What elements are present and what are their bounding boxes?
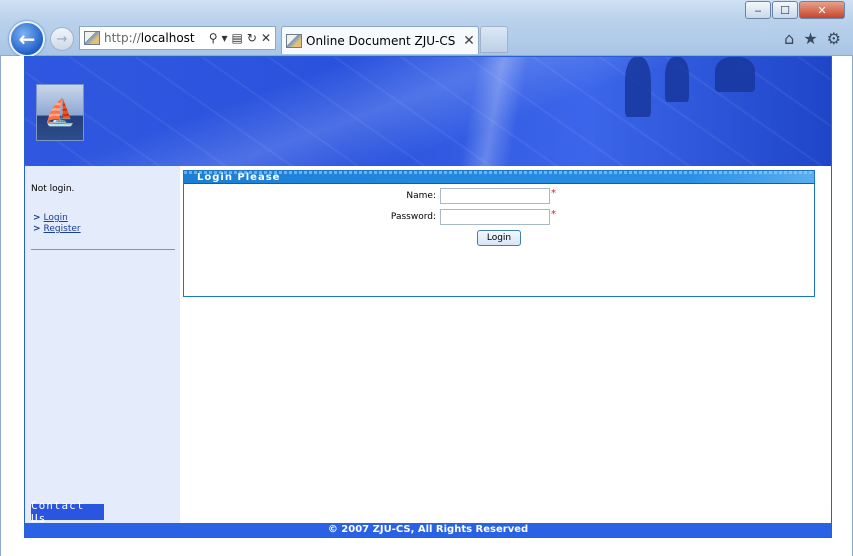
minimize-button[interactable]: ‒ bbox=[745, 1, 771, 19]
footer-copyright: © 2007 ZJU-CS, All Rights Reserved bbox=[25, 523, 831, 537]
register-link[interactable]: Register bbox=[44, 224, 81, 234]
sidebar: Not login. > Login > Register Contact Us bbox=[25, 166, 180, 525]
name-label: Name: bbox=[406, 191, 436, 201]
banner-silhouette bbox=[665, 57, 689, 102]
forward-arrow-icon: → bbox=[56, 31, 68, 47]
name-row: Name: * bbox=[382, 188, 556, 204]
contact-us-button[interactable]: Contact Us bbox=[31, 499, 104, 525]
compatibility-icon[interactable]: ▤ bbox=[232, 31, 243, 45]
page-container: ⛵ Not login. > Login > Register Contact Us… bbox=[24, 56, 832, 538]
password-input[interactable] bbox=[440, 209, 550, 225]
password-required-mark: * bbox=[551, 209, 556, 220]
name-input[interactable] bbox=[440, 188, 550, 204]
site-favicon-icon bbox=[84, 31, 100, 45]
banner-silhouette bbox=[625, 57, 651, 117]
sidebar-item-login: > Login bbox=[33, 213, 81, 224]
login-panel-title: Login Please bbox=[184, 171, 814, 184]
back-button[interactable]: ← bbox=[9, 21, 45, 57]
browser-chrome: ‒ ☐ ✕ ← → http://localhost ⚲ ▾ ▤ ↻ ✕ Onl… bbox=[0, 0, 853, 57]
site-logo-ship-icon: ⛵ bbox=[36, 84, 84, 141]
new-tab-button[interactable] bbox=[480, 26, 508, 53]
address-protocol: http:// bbox=[104, 31, 141, 45]
settings-gear-icon[interactable]: ⚙ bbox=[827, 29, 841, 48]
sidebar-links: > Login > Register bbox=[33, 213, 81, 235]
browser-toolbar-icons: ⌂ ★ ⚙ bbox=[784, 29, 841, 48]
refresh-icon[interactable]: ↻ bbox=[247, 31, 257, 45]
name-required-mark: * bbox=[551, 188, 556, 199]
tab-title: Online Document ZJU-CS bbox=[306, 33, 456, 48]
arrow-icon: > bbox=[33, 224, 41, 234]
banner-silhouette bbox=[715, 57, 755, 92]
dropdown-icon[interactable]: ▾ bbox=[222, 31, 228, 45]
password-row: Password: * bbox=[382, 209, 556, 225]
favorites-star-icon[interactable]: ★ bbox=[803, 29, 817, 48]
address-text[interactable]: http://localhost bbox=[104, 31, 209, 45]
home-icon[interactable]: ⌂ bbox=[784, 29, 794, 48]
tab-close-icon[interactable]: ✕ bbox=[460, 33, 478, 49]
sidebar-item-register: > Register bbox=[33, 224, 81, 235]
page-viewport: ⛵ Not login. > Login > Register Contact Us… bbox=[0, 56, 853, 556]
login-button[interactable]: Login bbox=[477, 230, 521, 246]
address-bar[interactable]: http://localhost ⚲ ▾ ▤ ↻ ✕ bbox=[79, 26, 276, 50]
close-window-button[interactable]: ✕ bbox=[799, 1, 845, 19]
tab-favicon-icon bbox=[286, 33, 302, 48]
maximize-button[interactable]: ☐ bbox=[772, 1, 798, 19]
arrow-icon: > bbox=[33, 213, 41, 223]
sidebar-divider bbox=[31, 249, 175, 250]
window-controls: ‒ ☐ ✕ bbox=[744, 1, 845, 19]
login-status: Not login. bbox=[31, 184, 75, 194]
search-icon[interactable]: ⚲ bbox=[209, 31, 218, 45]
stop-icon[interactable]: ✕ bbox=[261, 31, 271, 45]
login-panel: Login Please Name: * Password: * Login bbox=[183, 170, 815, 297]
header-banner: ⛵ bbox=[25, 57, 831, 166]
address-host: localhost bbox=[140, 31, 195, 45]
address-tools: ⚲ ▾ ▤ ↻ ✕ bbox=[209, 31, 275, 45]
tab-online-document[interactable]: Online Document ZJU-CS ✕ bbox=[281, 26, 479, 54]
password-label: Password: bbox=[390, 212, 436, 222]
login-link[interactable]: Login bbox=[44, 213, 68, 223]
back-arrow-icon: ← bbox=[18, 27, 36, 51]
forward-button[interactable]: → bbox=[50, 27, 74, 51]
